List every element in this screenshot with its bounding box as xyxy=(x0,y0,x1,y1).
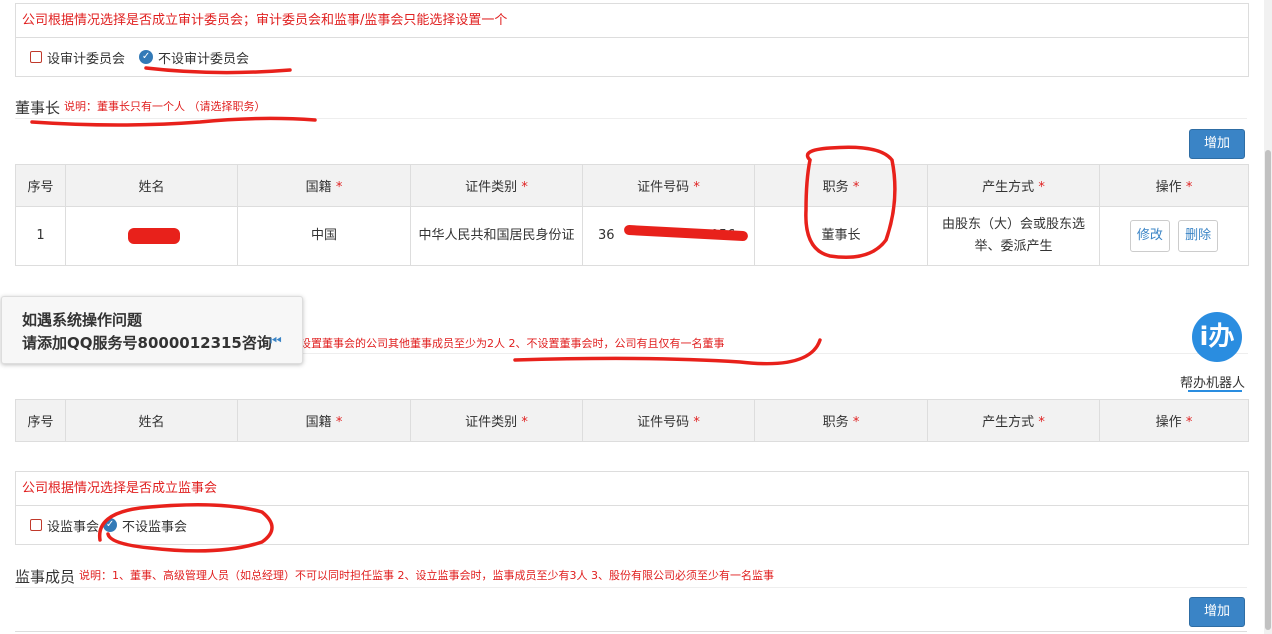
col-name: 姓名 xyxy=(65,164,238,207)
collapse-arrow-icon[interactable]: ⏮ xyxy=(270,334,282,349)
row-actions: 修改 删除 xyxy=(1099,206,1249,266)
chairman-table-header: 序号 姓名 国籍 * 证件类别 * 证件号码 * 职务 * 产生方式 * 操作 … xyxy=(15,164,1249,207)
table-row: 1 中国 中华人民共和国居民身份证 36056 董事长 由股东（大）会或股东选举… xyxy=(15,206,1249,266)
no-supervisor-board-label: 不设监事会 xyxy=(122,519,188,535)
chairman-table: 序号 姓名 国籍 * 证件类别 * 证件号码 * 职务 * 产生方式 * 操作 … xyxy=(15,164,1249,266)
check-circle-icon[interactable]: ✓ xyxy=(139,50,154,64)
checkbox-unchecked-icon[interactable] xyxy=(30,51,42,63)
col-id-type: 证件类别 * xyxy=(410,164,583,207)
chairman-note: 说明：董事长只有一个人 （请选择职务） xyxy=(64,100,266,113)
edit-button[interactable]: 修改 xyxy=(1129,220,1170,252)
board-members-table: 序号 姓名 国籍 * 证件类别 * 证件号码 * 职务 * 产生方式 * 操作 … xyxy=(15,399,1249,442)
no-audit-committee-label: 不设审计委员会 xyxy=(158,51,250,67)
robot-label[interactable]: 帮办机器人 xyxy=(1180,372,1245,391)
supervisor-note: 说明：1、董事、高级管理人员（如总经理）不可以同时担任监事 2、设立监事会时，监… xyxy=(79,569,774,582)
set-audit-committee-label: 设审计委员会 xyxy=(47,51,126,67)
col-nationality: 国籍 * xyxy=(237,399,411,442)
chairman-section-title: 董事长 说明：董事长只有一个人 （请选择职务） xyxy=(15,94,1247,119)
audit-committee-options: 设审计委员会 ✓ 不设审计委员会 xyxy=(16,38,1248,76)
col-index: 序号 xyxy=(15,399,66,442)
supervisor-section-title: 监事成员 说明：1、董事、高级管理人员（如总经理）不可以同时担任监事 2、设立监… xyxy=(15,563,1247,588)
col-position: 职务 * xyxy=(754,164,928,207)
supervisor-title: 监事成员 xyxy=(15,568,76,586)
help-line-1: 如遇系统操作问题 xyxy=(22,311,143,329)
help-robot-widget[interactable]: i办 帮办机器人 xyxy=(1180,312,1254,392)
supervisor-board-options: 设监事会 ✓ 不设监事会 xyxy=(16,506,1248,544)
row-id-type: 中华人民共和国居民身份证 xyxy=(410,206,583,266)
board-table-header: 序号 姓名 国籍 * 证件类别 * 证件号码 * 职务 * 产生方式 * 操作 … xyxy=(15,399,1249,442)
add-supervisor-button[interactable]: 增加 xyxy=(1189,597,1245,627)
supervisor-board-box: 公司根据情况选择是否成立监事会 设监事会 ✓ 不设监事会 xyxy=(15,471,1249,545)
row-nationality: 中国 xyxy=(237,206,411,266)
col-index: 序号 xyxy=(15,164,66,207)
col-name: 姓名 xyxy=(65,399,238,442)
no-audit-committee-option[interactable]: ✓ 不设审计委员会 xyxy=(139,48,249,67)
bottom-divider xyxy=(15,631,1247,632)
id-number-visible-head: 36 xyxy=(598,228,615,243)
audit-committee-box: 公司根据情况选择是否成立审计委员会；审计委员会和监事/监事会只能选择设置一个 设… xyxy=(15,3,1249,77)
supervisor-board-notice: 公司根据情况选择是否成立监事会 xyxy=(16,472,1248,506)
col-id-type: 证件类别 * xyxy=(410,399,583,442)
checkbox-unchecked-icon[interactable] xyxy=(30,519,42,531)
row-method: 由股东（大）会或股东选举、委派产生 xyxy=(927,206,1100,266)
help-line-2: 请添加QQ服务号8000012315咨询 xyxy=(22,334,272,352)
row-index: 1 xyxy=(15,206,66,266)
col-actions: 操作 * xyxy=(1099,399,1249,442)
delete-button[interactable]: 删除 xyxy=(1178,220,1219,252)
row-position: 董事长 xyxy=(754,206,928,266)
add-chairman-button[interactable]: 增加 xyxy=(1189,129,1245,159)
set-supervisor-board-option[interactable]: 设监事会 xyxy=(30,516,99,535)
page-scrollbar-thumb[interactable] xyxy=(1265,150,1271,630)
help-popup[interactable]: 如遇系统操作问题 请添加QQ服务号8000012315咨询 ⏮ xyxy=(1,296,303,364)
set-audit-committee-option[interactable]: 设审计委员会 xyxy=(30,48,125,67)
check-circle-icon[interactable]: ✓ xyxy=(103,518,118,532)
robot-logo-icon[interactable]: i办 xyxy=(1192,312,1242,362)
audit-committee-notice: 公司根据情况选择是否成立审计委员会；审计委员会和监事/监事会只能选择设置一个 xyxy=(16,4,1248,38)
no-supervisor-board-option[interactable]: ✓ 不设监事会 xyxy=(103,516,187,535)
col-position: 职务 * xyxy=(754,399,928,442)
col-method: 产生方式 * xyxy=(927,399,1100,442)
robot-underline xyxy=(1188,390,1242,392)
col-id-number: 证件号码 * xyxy=(582,164,755,207)
underline-chairman xyxy=(30,116,317,127)
col-actions: 操作 * xyxy=(1099,164,1249,207)
board-note: 设置董事会的公司其他董事成员至少为2人 2、不设置董事会时，公司有且仅有一名董事 xyxy=(300,337,725,350)
col-nationality: 国籍 * xyxy=(237,164,411,207)
page-scrollbar[interactable] xyxy=(1264,0,1272,634)
name-redaction-mark xyxy=(128,228,180,244)
chairman-title: 董事长 xyxy=(15,99,61,117)
board-note-divider xyxy=(300,353,1248,354)
registration-form-page: 公司根据情况选择是否成立审计委员会；审计委员会和监事/监事会只能选择设置一个 设… xyxy=(0,0,1264,634)
set-supervisor-board-label: 设监事会 xyxy=(47,519,100,535)
col-id-number: 证件号码 * xyxy=(582,399,755,442)
col-method: 产生方式 * xyxy=(927,164,1100,207)
